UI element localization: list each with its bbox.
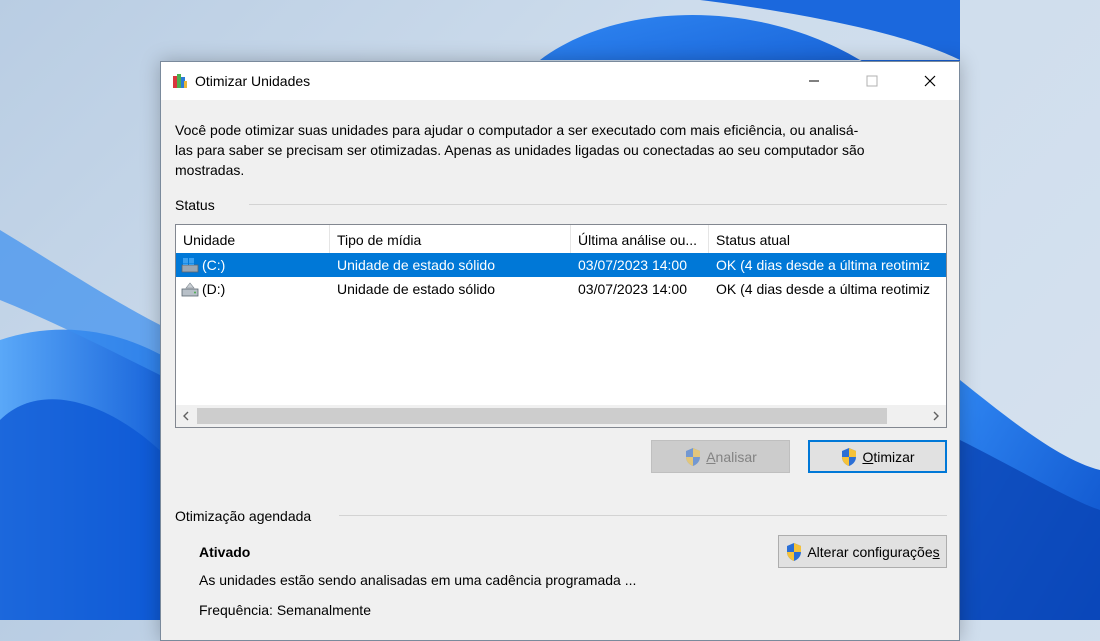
analyze-label: Analisar [706, 448, 757, 465]
uac-shield-icon [787, 542, 802, 561]
schedule-state: Ativado [199, 544, 251, 560]
column-header-last-run[interactable]: Última análise ou... [571, 225, 709, 253]
optimize-drives-dialog: Otimizar Unidades Você pode otimizar sua… [160, 61, 960, 641]
status-group-label: Status [175, 197, 215, 213]
intro-text: Você pode otimizar suas unidades para aj… [175, 122, 865, 178]
window-title: Otimizar Unidades [195, 73, 311, 89]
current-status: OK (4 dias desde a última reotimiz [716, 257, 930, 273]
scheduled-group-label: Otimização agendada [175, 508, 312, 524]
optimize-button[interactable]: Otimizar [808, 440, 947, 473]
list-row-d[interactable]: (D:) Unidade de estado sólido 03/07/2023… [176, 277, 946, 301]
change-settings-button[interactable]: Alterar configurações [778, 535, 947, 568]
column-header-media-type[interactable]: Tipo de mídia [330, 225, 571, 253]
horizontal-scrollbar[interactable] [176, 405, 946, 427]
list-header: Unidade Tipo de mídia Última análise ou.… [176, 225, 946, 253]
close-icon [924, 75, 936, 87]
column-header-status[interactable]: Status atual [709, 225, 946, 253]
scroll-left-icon [183, 411, 189, 421]
scrollbar-thumb[interactable] [197, 408, 887, 424]
analyze-button[interactable]: Analisar [651, 440, 790, 473]
maximize-icon [866, 75, 878, 87]
change-settings-label: Alterar configurações [807, 543, 940, 560]
minimize-button[interactable] [791, 62, 837, 100]
drive-letter: (C:) [202, 257, 226, 273]
schedule-description: As unidades estão sendo analisadas em um… [199, 572, 637, 588]
media-type: Unidade de estado sólido [337, 281, 496, 297]
scroll-right-icon [933, 411, 939, 421]
scroll-right-button[interactable] [926, 405, 946, 427]
scroll-left-button[interactable] [176, 405, 196, 427]
close-button[interactable] [907, 62, 953, 100]
scheduled-divider [339, 515, 947, 516]
drive-icon [181, 282, 199, 297]
last-run: 03/07/2023 14:00 [578, 257, 687, 273]
maximize-button[interactable] [849, 62, 895, 100]
title-bar[interactable]: Otimizar Unidades [161, 62, 959, 100]
drive-letter: (D:) [202, 281, 226, 297]
drives-list[interactable]: Unidade Tipo de mídia Última análise ou.… [175, 224, 947, 428]
media-type: Unidade de estado sólido [337, 257, 496, 273]
system-drive-icon [181, 258, 199, 273]
column-header-drive[interactable]: Unidade [176, 225, 330, 253]
schedule-frequency: Frequência: Semanalmente [199, 602, 371, 618]
last-run: 03/07/2023 14:00 [578, 281, 687, 297]
uac-shield-icon [842, 447, 857, 466]
list-row-c[interactable]: (C:) Unidade de estado sólido 03/07/2023… [176, 253, 946, 277]
defrag-icon [173, 74, 187, 88]
optimize-label: Otimizar [862, 448, 915, 465]
minimize-icon [809, 80, 819, 82]
current-status: OK (4 dias desde a última reotimiz [716, 281, 930, 297]
status-divider [249, 204, 947, 205]
uac-shield-icon [686, 447, 701, 466]
